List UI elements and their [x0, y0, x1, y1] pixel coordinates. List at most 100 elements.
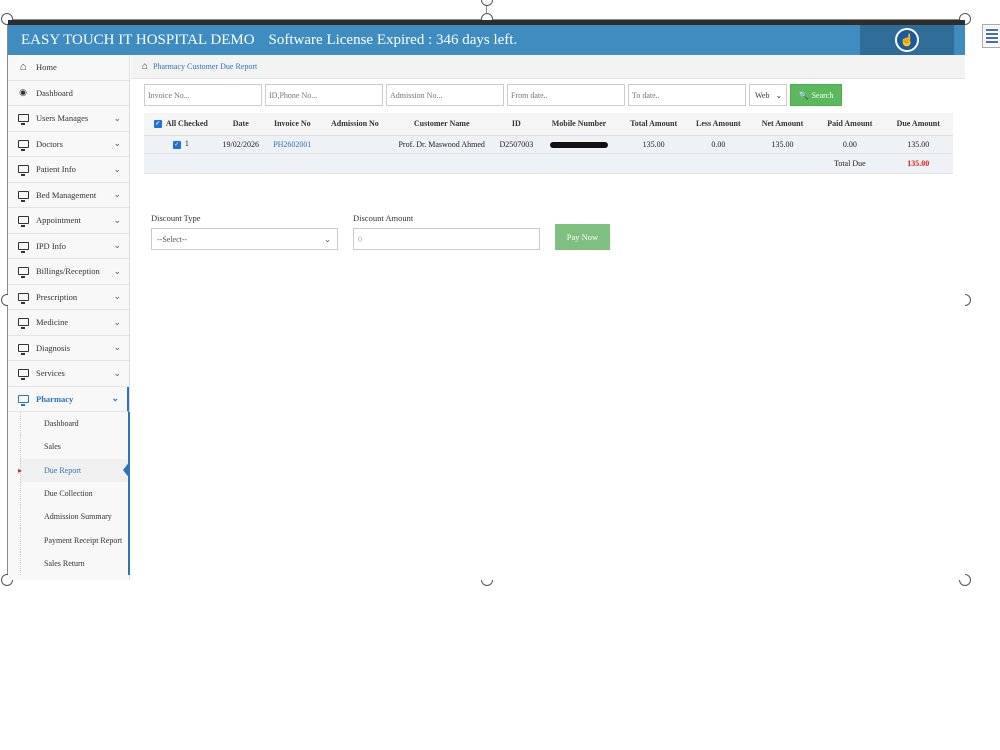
cell-less: 0.00	[687, 135, 749, 154]
redaction-mark	[549, 141, 608, 148]
cell-id: D2507003	[494, 135, 539, 154]
pharmacy-sub-sales-return[interactable]: Sales Return	[20, 551, 130, 576]
col-mobile: Mobile Number	[538, 113, 620, 136]
invoice-input[interactable]	[144, 84, 262, 106]
sidebar-item-billings-reception[interactable]: Billings/Reception ⌄	[8, 259, 129, 285]
sidebar-item-label: Pharmacy	[36, 393, 74, 404]
sidebar-item-users-manages[interactable]: Users Manages ⌄	[8, 106, 129, 132]
sidebar-item-label: Patient Info	[36, 164, 76, 175]
to-date-input[interactable]	[628, 84, 746, 106]
col-total: Total Amount	[619, 113, 688, 136]
chevron-down-icon: ⌄	[113, 138, 121, 149]
sidebar-item-label: Dashboard	[36, 87, 73, 98]
cell-date: 19/02/2026	[217, 135, 264, 154]
cell-paid: 0.00	[816, 135, 884, 154]
sidebar-item-medicine[interactable]: Medicine ⌄	[8, 310, 129, 336]
chevron-down-icon: ⌄	[113, 367, 121, 378]
col-paid: Paid Amount	[816, 113, 884, 136]
discount-amount-input[interactable]: 0	[353, 228, 540, 250]
dashboard-icon: ◉	[19, 87, 27, 98]
all-checked-header[interactable]: ✓ All Checked	[144, 113, 218, 136]
total-due-label: Total Due	[816, 153, 884, 174]
sidebar-item-label: Bed Management	[36, 189, 97, 200]
sidebar-item-pharmacy[interactable]: Pharmacy ⌄	[8, 386, 129, 412]
search-button[interactable]: 🔍 Search	[790, 84, 842, 106]
col-admission: Admission No	[320, 113, 390, 136]
home-icon[interactable]: ⌂	[142, 61, 148, 72]
total-due-value: 135.00	[883, 153, 953, 174]
pharmacy-sub-payment-receipt-report[interactable]: Payment Receipt Report	[20, 528, 130, 552]
sidebar-item-label: Billings/Reception	[36, 266, 100, 277]
pharmacy-sub-admission-summary[interactable]: Admission Summary	[20, 505, 130, 529]
col-id: ID	[494, 113, 539, 136]
sidebar-item-label: Prescription	[36, 291, 78, 302]
sidebar-item-prescription[interactable]: Prescription ⌄	[8, 285, 129, 310]
pharmacy-sub-sales[interactable]: Sales	[20, 435, 130, 459]
monitor-icon	[16, 190, 30, 202]
sidebar-item-home[interactable]: ⌂ Home	[8, 55, 129, 81]
sidebar-item-ipd-info[interactable]: IPD Info ⌄	[8, 234, 129, 259]
monitor-icon	[16, 241, 30, 253]
checkbox-icon[interactable]: ✓	[172, 140, 181, 149]
touch-logo-icon: ☝	[895, 28, 919, 52]
hospital-app: EASY TOUCH IT HOSPITAL DEMO Software Lic…	[8, 20, 965, 580]
admission-input[interactable]	[386, 84, 504, 106]
app-header: EASY TOUCH IT HOSPITAL DEMO Software Lic…	[8, 25, 965, 55]
row-select[interactable]: ✓ 1	[144, 135, 218, 154]
sidebar-item-label: Doctors	[36, 138, 63, 149]
chevron-down-icon: ⌄	[113, 163, 121, 174]
monitor-icon	[16, 292, 30, 304]
sidebar-item-diagnosis[interactable]: Diagnosis ⌄	[8, 336, 129, 361]
sidebar: ⌂ Home ◉ Dashboard Users Manages ⌄ Doctors ⌄ Pat…	[8, 55, 130, 580]
pharmacy-sub-due-report[interactable]: Due Report	[18, 458, 130, 482]
sidebar-item-patient-info[interactable]: Patient Info ⌄	[8, 157, 129, 183]
from-date-input[interactable]	[507, 84, 625, 106]
main-content: ⌂ Pharmacy Customer Due Report Web ⌄ 🔍 S…	[131, 55, 965, 580]
total-row: Total Due 135.00	[144, 153, 953, 174]
sidebar-item-doctors[interactable]: Doctors ⌄	[8, 132, 129, 157]
pharmacy-sub-dashboard[interactable]: Dashboard	[20, 412, 130, 436]
layout-options-icon[interactable]	[982, 24, 1000, 48]
monitor-icon	[16, 165, 30, 177]
col-customer: Customer Name	[389, 113, 495, 136]
search-label: Search	[811, 90, 834, 100]
discount-type-label: Discount Type	[151, 213, 201, 223]
sidebar-item-dashboard[interactable]: ◉ Dashboard	[8, 81, 129, 106]
checkbox-icon[interactable]: ✓	[153, 120, 162, 129]
breadcrumb: ⌂ Pharmacy Customer Due Report	[131, 55, 965, 79]
chevron-down-icon: ⌄	[113, 291, 121, 302]
col-invoice: Invoice No	[263, 113, 321, 136]
cell-customer: Prof. Dr. Maswood Ahmed	[389, 135, 495, 154]
app-title: EASY TOUCH IT HOSPITAL DEMO	[21, 31, 255, 48]
rotate-handle[interactable]	[481, 0, 493, 6]
sidebar-item-label: Diagnosis	[36, 342, 70, 353]
discount-type-select[interactable]: --Select-- ⌄	[151, 228, 338, 250]
col-less: Less Amount	[687, 113, 749, 136]
chevron-down-icon: ⌄	[775, 90, 783, 100]
breadcrumb-label[interactable]: Pharmacy Customer Due Report	[153, 62, 257, 71]
cell-net: 135.00	[748, 135, 817, 154]
col-date: Date	[217, 113, 264, 136]
sidebar-item-label: Medicine	[36, 317, 69, 328]
sidebar-item-label: Services	[36, 368, 65, 379]
pharmacy-sub-due-collection[interactable]: Due Collection	[20, 481, 130, 506]
cell-total: 135.00	[619, 135, 688, 154]
col-net: Net Amount	[748, 113, 817, 136]
chevron-down-icon: ⌄	[113, 189, 121, 200]
logo-box: ☝	[860, 25, 954, 55]
sidebar-item-label: IPD Info	[36, 240, 66, 251]
sidebar-item-services[interactable]: Services ⌄	[8, 361, 129, 387]
cell-invoice-link[interactable]: PH2602001	[263, 135, 321, 154]
source-select[interactable]: Web ⌄	[749, 84, 787, 106]
id-phone-input[interactable]	[265, 84, 383, 106]
sidebar-item-appointment[interactable]: Appointment ⌄	[8, 208, 129, 234]
due-table: ✓ All Checked Date Invoice No Admission N…	[144, 113, 953, 174]
source-value: Web	[755, 90, 770, 100]
col-due: Due Amount	[883, 113, 953, 136]
sidebar-item-bed-management[interactable]: Bed Management ⌄	[8, 183, 129, 208]
monitor-icon	[16, 369, 30, 381]
pay-now-button[interactable]: Pay Now	[555, 224, 610, 250]
table-row: ✓ 1 19/02/2026 PH2602001 Prof. Dr. Maswoo…	[144, 135, 953, 154]
monitor-icon	[16, 267, 30, 279]
monitor-icon	[16, 216, 30, 228]
